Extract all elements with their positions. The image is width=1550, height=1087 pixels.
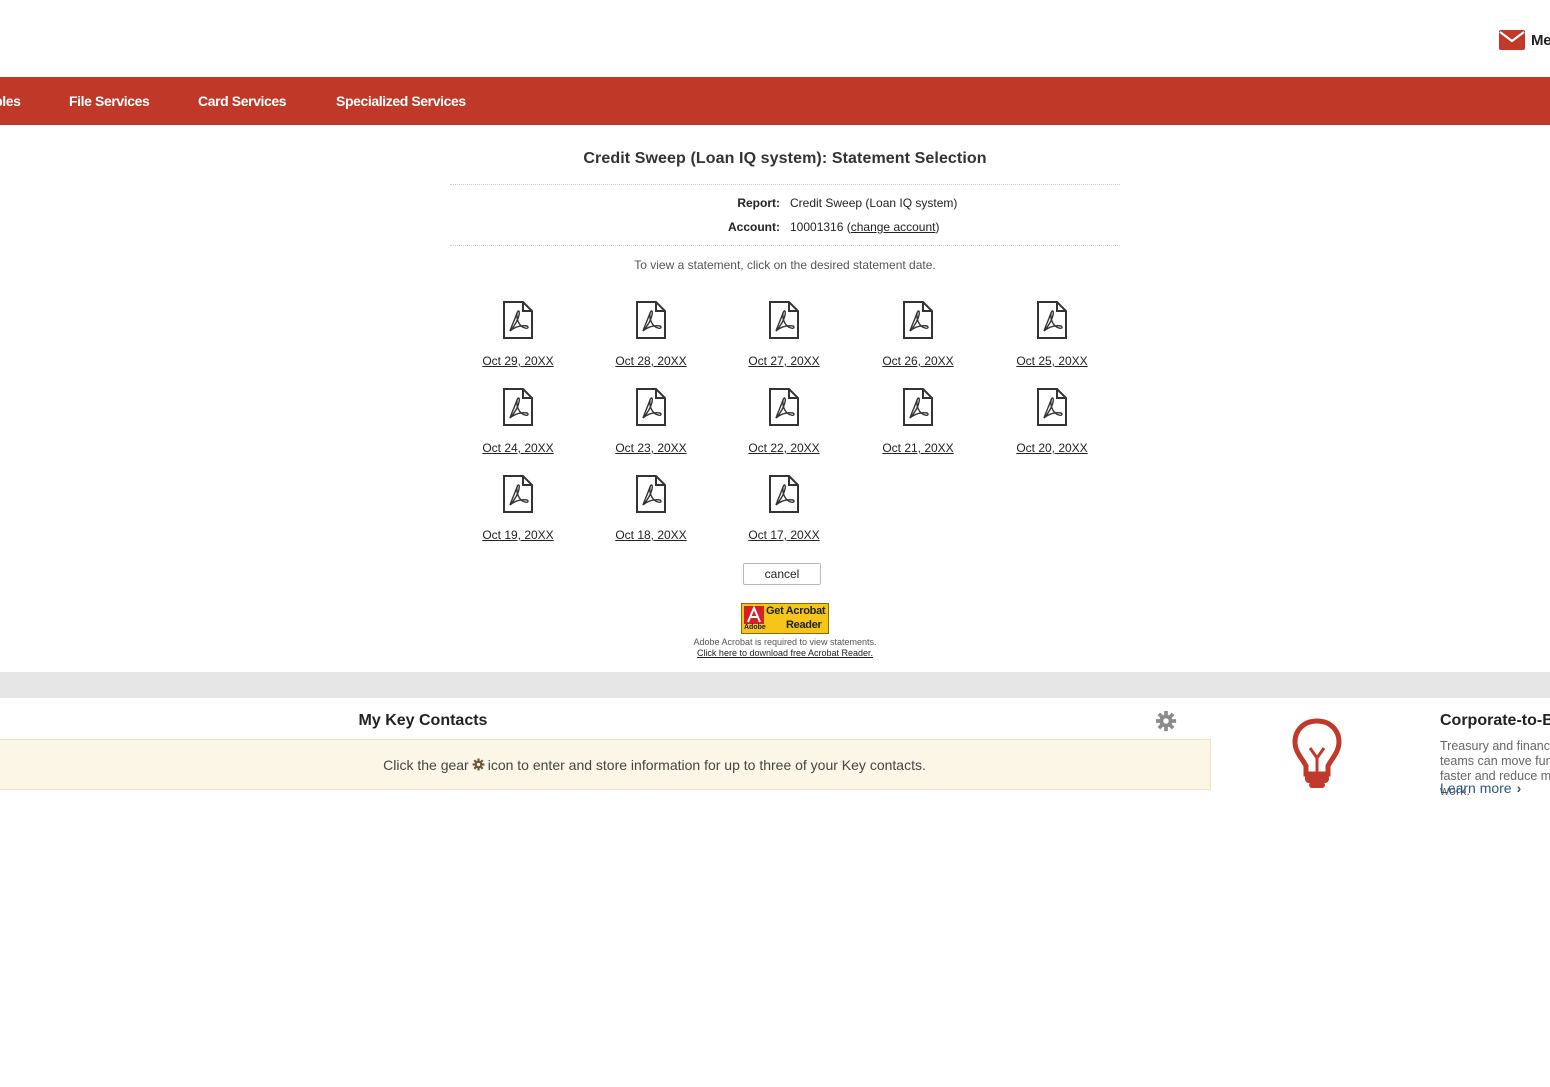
statement-date-link[interactable]: Oct 28, 20XX: [596, 354, 706, 368]
pdf-icon: [503, 301, 533, 339]
key-contacts-title: My Key Contacts: [358, 712, 488, 729]
cancel-button[interactable]: cancel: [743, 563, 821, 585]
pdf-icon: [769, 475, 799, 513]
statement-date-link[interactable]: Oct 19, 20XX: [463, 528, 573, 542]
adobe-logo-icon: [744, 606, 764, 624]
messages-label: Messages: [1531, 31, 1550, 49]
badge-reader-text: Reader: [786, 619, 822, 631]
pdf-icon: [636, 388, 666, 426]
learn-more-label: Learn more: [1440, 780, 1512, 796]
statement-item[interactable]: Oct 20, 20XX: [997, 387, 1107, 467]
statement-item[interactable]: Oct 21, 20XX: [863, 387, 973, 467]
download-acrobat-link[interactable]: Click here to download free Acrobat Read…: [697, 648, 873, 658]
report-label: Report:: [737, 196, 780, 210]
acrobat-note: Adobe Acrobat is required to view statem…: [450, 637, 1120, 659]
nav-item-card-services[interactable]: Card Services: [198, 77, 287, 125]
nav-item-payables[interactable]: Payables: [0, 77, 21, 125]
statement-item[interactable]: Oct 26, 20XX: [863, 300, 973, 380]
get-acrobat-reader-badge[interactable]: Adobe Get Acrobat Reader: [741, 603, 829, 634]
statement-item[interactable]: Oct 27, 20XX: [729, 300, 839, 380]
messages-link[interactable]: Messages: [1499, 28, 1550, 52]
pdf-icon: [769, 388, 799, 426]
statement-date-link[interactable]: Oct 24, 20XX: [463, 441, 573, 455]
pdf-icon: [769, 301, 799, 339]
pdf-icon: [903, 388, 933, 426]
adobe-wordmark: Adobe: [744, 624, 766, 631]
nav-item-file-services[interactable]: File Services: [69, 77, 150, 125]
report-value: Credit Sweep (Loan IQ system): [790, 196, 958, 210]
lightbulb-icon: [1292, 718, 1342, 788]
statement-date-link[interactable]: Oct 17, 20XX: [729, 528, 839, 542]
statement-item[interactable]: Oct 22, 20XX: [729, 387, 839, 467]
account-close: ): [935, 220, 940, 234]
gear-icon[interactable]: [1155, 710, 1177, 732]
pdf-icon: [503, 388, 533, 426]
pdf-icon: [636, 301, 666, 339]
divider: [450, 184, 1120, 185]
statement-date-link[interactable]: Oct 25, 20XX: [997, 354, 1107, 368]
statement-date-link[interactable]: Oct 22, 20XX: [729, 441, 839, 455]
divider: [450, 245, 1120, 246]
statement-date-link[interactable]: Oct 27, 20XX: [729, 354, 839, 368]
chevron-right-icon: ›: [1516, 780, 1522, 796]
statement-date-link[interactable]: Oct 20, 20XX: [997, 441, 1107, 455]
statement-item[interactable]: Oct 24, 20XX: [463, 387, 573, 467]
statement-item[interactable]: Oct 18, 20XX: [596, 474, 706, 554]
statement-item[interactable]: Oct 25, 20XX: [997, 300, 1107, 380]
account-value: 10001316 (change account): [790, 220, 939, 234]
account-label: Account:: [728, 220, 780, 234]
promo-title: Corporate-to-Bank: [1440, 712, 1550, 729]
page-title: Credit Sweep (Loan IQ system): Statement…: [583, 150, 987, 167]
pdf-icon: [1037, 301, 1067, 339]
statement-item[interactable]: Oct 19, 20XX: [463, 474, 573, 554]
instructions-text: To view a statement, click on the desire…: [634, 258, 936, 272]
statement-date-link[interactable]: Oct 29, 20XX: [463, 354, 573, 368]
gear-icon: [472, 758, 485, 771]
statement-item[interactable]: Oct 17, 20XX: [729, 474, 839, 554]
key-contacts-notice: Click the gear icon to enter and store i…: [0, 739, 1211, 790]
nav-item-specialized-services[interactable]: Specialized Services: [336, 77, 466, 125]
pdf-icon: [1037, 388, 1067, 426]
account-number: 10001316 (: [790, 220, 851, 234]
account-row: Account: 10001316 (change account): [450, 220, 1120, 238]
statement-date-link[interactable]: Oct 18, 20XX: [596, 528, 706, 542]
notice-text-before: Click the gear: [383, 757, 469, 773]
top-header: Messages: [0, 0, 1550, 77]
report-row: Report: Credit Sweep (Loan IQ system): [450, 196, 1120, 214]
learn-more-link[interactable]: Learn more ›: [1440, 780, 1521, 796]
statement-item[interactable]: Oct 29, 20XX: [463, 300, 573, 380]
statement-date-link[interactable]: Oct 26, 20XX: [863, 354, 973, 368]
statement-item[interactable]: Oct 28, 20XX: [596, 300, 706, 380]
main-nav: Payables File Services Card Services Spe…: [0, 77, 1550, 125]
statement-item[interactable]: Oct 23, 20XX: [596, 387, 706, 467]
section-separator: [0, 672, 1550, 698]
statement-date-link[interactable]: Oct 23, 20XX: [596, 441, 706, 455]
pdf-icon: [636, 475, 666, 513]
pdf-icon: [903, 301, 933, 339]
change-account-link[interactable]: change account: [851, 220, 936, 234]
statement-date-link[interactable]: Oct 21, 20XX: [863, 441, 973, 455]
pdf-icon: [503, 475, 533, 513]
envelope-icon: [1499, 30, 1525, 50]
badge-get-acrobat-text: Get Acrobat: [766, 605, 826, 617]
acrobat-required-text: Adobe Acrobat is required to view statem…: [693, 637, 877, 647]
notice-text-after: icon to enter and store information for …: [487, 757, 926, 773]
